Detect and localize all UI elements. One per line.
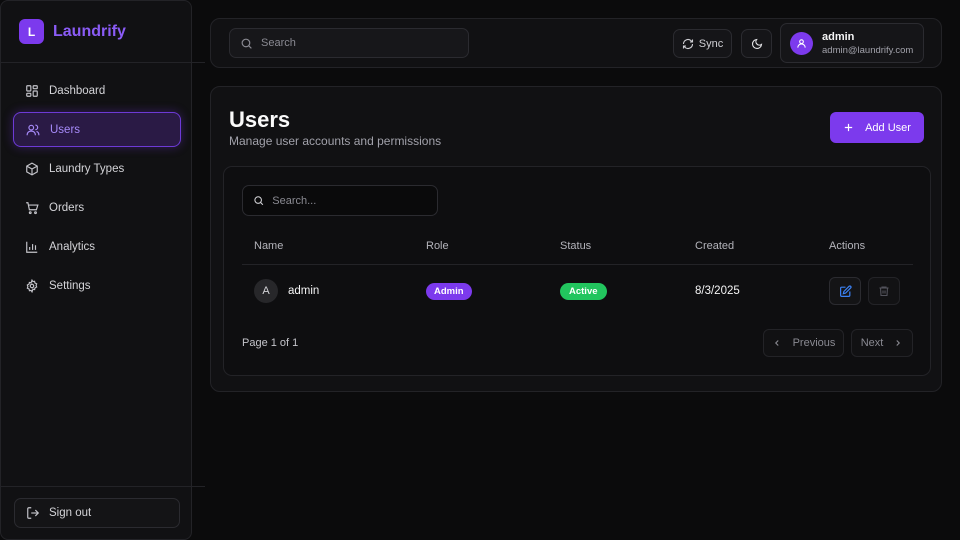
sidebar-bottom-divider: [1, 486, 205, 487]
bar-chart-icon: [26, 241, 38, 253]
brand[interactable]: L Laundrify: [19, 19, 126, 44]
sidebar-item-label: Analytics: [49, 240, 96, 253]
sidebar-item-orders[interactable]: Orders: [13, 190, 181, 225]
brand-logo: L: [19, 19, 44, 44]
users-panel: Users Manage user accounts and permissio…: [210, 86, 942, 392]
sign-out-icon: [27, 507, 40, 519]
column-header-status[interactable]: Status: [560, 240, 591, 252]
chevron-left-icon: [774, 340, 779, 346]
refresh-icon: [682, 38, 693, 49]
table-header-divider: [242, 264, 913, 265]
page-title: Users: [229, 107, 291, 132]
top-header: Sync admin admin@laundrify.com: [210, 18, 942, 68]
created-date-cell: 8/3/2025: [695, 285, 740, 297]
sidebar-item-dashboard[interactable]: Dashboard: [13, 73, 181, 108]
table-search[interactable]: [242, 185, 438, 216]
table-search-input[interactable]: [272, 194, 437, 207]
sidebar-item-label: Orders: [49, 201, 85, 214]
user-name: admin: [822, 30, 855, 43]
next-page-button[interactable]: Next: [851, 329, 913, 357]
sync-label: Sync: [698, 37, 724, 50]
search-icon: [241, 38, 252, 49]
plus-icon: [844, 123, 853, 132]
add-user-label: Add User: [865, 121, 911, 134]
next-label: Next: [860, 337, 884, 349]
user-menu[interactable]: admin admin@laundrify.com: [780, 23, 924, 63]
sidebar-item-label: Settings: [49, 279, 91, 292]
gear-icon: [26, 278, 38, 293]
global-search-input[interactable]: [261, 37, 451, 49]
sidebar: L Laundrify Dashboard Users Laundry Type…: [0, 0, 205, 540]
user-name-cell: admin: [288, 285, 320, 297]
pagination-info: Page 1 of 1: [242, 337, 299, 349]
search-icon: [254, 196, 264, 206]
role-badge: Admin: [426, 283, 472, 300]
user-email: admin@laundrify.com: [822, 44, 914, 56]
sidebar-nav: Dashboard Users Laundry Types Orders Ana…: [13, 73, 181, 307]
trash-icon: [879, 286, 889, 297]
sign-out-button[interactable]: Sign out: [14, 498, 180, 528]
global-search[interactable]: [229, 28, 469, 58]
column-header-name[interactable]: Name: [254, 240, 283, 252]
sidebar-item-settings[interactable]: Settings: [13, 268, 181, 303]
sidebar-item-laundry-types[interactable]: Laundry Types: [13, 151, 181, 186]
theme-toggle-button[interactable]: [741, 29, 772, 58]
sidebar-item-label: Laundry Types: [49, 162, 125, 175]
users-icon: [26, 123, 40, 135]
edit-user-button[interactable]: [829, 277, 861, 305]
sidebar-item-analytics[interactable]: Analytics: [13, 229, 181, 264]
column-header-actions: Actions: [829, 240, 866, 252]
delete-user-button[interactable]: [868, 277, 900, 305]
brand-name: Laundrify: [53, 22, 126, 40]
sidebar-divider: [1, 62, 205, 63]
user-icon: [797, 38, 806, 48]
sidebar-item-label: Dashboard: [49, 84, 106, 97]
moon-icon: [751, 38, 762, 49]
column-header-role[interactable]: Role: [426, 240, 449, 252]
avatar: [790, 31, 813, 55]
cart-icon: [26, 201, 39, 214]
user-info: admin admin@laundrify.com: [822, 31, 913, 56]
chevron-right-icon: [896, 340, 901, 346]
page-subtitle: Manage user accounts and permissions: [229, 134, 442, 148]
avatar: A: [254, 279, 278, 303]
sidebar-item-label: Users: [50, 123, 81, 136]
column-header-created[interactable]: Created: [695, 240, 734, 252]
sync-button[interactable]: Sync: [673, 29, 732, 58]
users-table-card: Name Role Status Created Actions A admin…: [223, 166, 931, 376]
sidebar-item-users[interactable]: Users: [13, 112, 181, 147]
add-user-button[interactable]: Add User: [830, 112, 924, 143]
sign-out-label: Sign out: [49, 507, 92, 519]
package-icon: [26, 161, 38, 176]
dashboard-icon: [26, 84, 38, 97]
status-badge: Active: [560, 283, 607, 300]
edit-icon: [839, 284, 852, 297]
previous-page-button[interactable]: Previous: [763, 329, 844, 357]
previous-label: Previous: [792, 337, 836, 349]
